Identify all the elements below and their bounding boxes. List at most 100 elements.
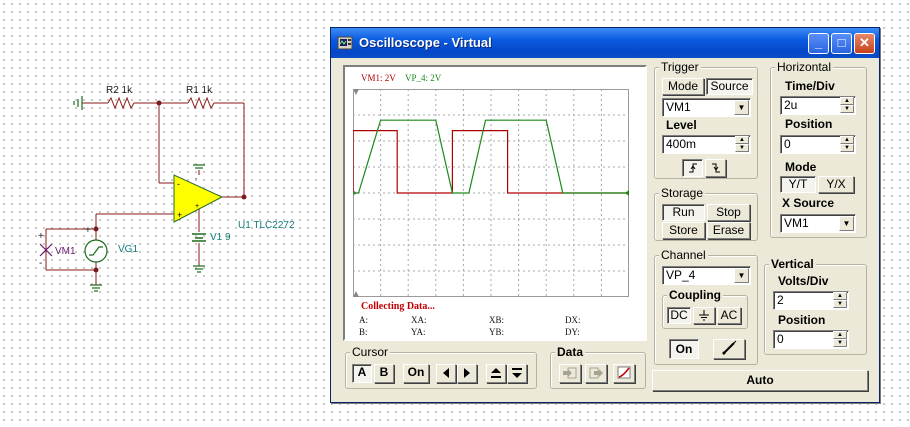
- time-div-spinner[interactable]: 2u ▲ ▼: [780, 96, 856, 115]
- trigger-group: Trigger Mode Source VM1 ▼ Level 400m ▲ ▼: [654, 60, 758, 179]
- oscilloscope-window[interactable]: Oscilloscope - Virtual _ □ ✕ VM1: 2V VP_…: [330, 27, 880, 403]
- cursor-b-button[interactable]: B: [374, 364, 394, 383]
- svg-text:+: +: [177, 210, 182, 220]
- horizontal-position-spinner[interactable]: 0 ▲ ▼: [780, 135, 856, 154]
- rising-edge-button[interactable]: [682, 159, 703, 177]
- spin-up-icon[interactable]: ▲: [833, 292, 847, 300]
- vertical-group: Vertical Volts/Div 2 ▲ ▼ Position 0 ▲ ▼: [764, 257, 867, 355]
- coupling-title: Coupling: [667, 288, 723, 302]
- cursor-on-button[interactable]: On: [403, 364, 429, 383]
- cursor-right-button[interactable]: [457, 364, 477, 383]
- volts-div-value: 2: [777, 293, 784, 307]
- falling-edge-icon: [711, 163, 720, 173]
- curve-icon: [617, 366, 631, 379]
- time-div-label: Time/Div: [785, 79, 835, 93]
- trigger-level-value: 400m: [666, 137, 697, 151]
- spin-down-icon[interactable]: ▼: [833, 300, 847, 308]
- svg-text:+: +: [195, 203, 199, 210]
- horizontal-position-value: 0: [784, 137, 791, 151]
- volts-div-spinner[interactable]: 2 ▲ ▼: [773, 291, 849, 310]
- scope-display[interactable]: VM1: 2V VP_4: 2V Collecting Data... A: X…: [343, 65, 647, 341]
- mode-label: Mode: [785, 160, 817, 174]
- vertical-position-label: Position: [778, 313, 826, 327]
- cursor-a-button[interactable]: A: [352, 364, 372, 383]
- cursor-left-button[interactable]: [436, 364, 456, 383]
- status-text: Collecting Data...: [361, 301, 435, 312]
- trigger-level-spinner[interactable]: 400m ▲ ▼: [662, 135, 751, 154]
- data-export-button[interactable]: [585, 364, 607, 383]
- data-group: Data: [550, 345, 646, 389]
- vertical-position-spinner[interactable]: 0 ▲ ▼: [773, 330, 849, 349]
- x-source-label: X Source: [782, 196, 835, 210]
- close-icon: ✕: [859, 35, 870, 50]
- chevron-down-icon[interactable]: ▼: [734, 100, 749, 115]
- stop-button[interactable]: Stop: [707, 204, 750, 221]
- ac-coupling-button[interactable]: AC: [717, 307, 741, 324]
- readout-dx: DX:: [565, 315, 581, 325]
- probe-button[interactable]: [713, 339, 745, 359]
- channel-select[interactable]: VP_4 ▼: [662, 266, 751, 285]
- cursor-up-button[interactable]: [486, 364, 506, 383]
- readout-a: A:: [359, 315, 368, 325]
- spin-down-icon[interactable]: ▼: [840, 105, 854, 113]
- title-bar[interactable]: Oscilloscope - Virtual _ □ ✕: [331, 28, 879, 58]
- auto-button[interactable]: Auto: [652, 370, 868, 391]
- trigger-mode-button[interactable]: Mode: [662, 78, 704, 95]
- cursor-title: Cursor: [350, 345, 391, 359]
- minimize-button[interactable]: _: [808, 33, 829, 54]
- cursor-down-button[interactable]: [507, 364, 527, 383]
- data-curve-button[interactable]: [613, 364, 635, 383]
- x-source-select[interactable]: VM1 ▼: [780, 214, 856, 233]
- yt-mode-button[interactable]: Y/T: [780, 176, 816, 193]
- arrow-down-icon: [512, 367, 522, 378]
- legend-ch1: VM1: 2V: [361, 73, 396, 83]
- vm1-label: VM1: [55, 246, 76, 257]
- dc-coupling-button[interactable]: DC: [667, 307, 691, 324]
- gnd-coupling-button[interactable]: [693, 307, 715, 324]
- horizontal-position-label: Position: [785, 117, 833, 131]
- vm1-minus-label: -: [39, 258, 43, 269]
- readout-yb: YB:: [489, 327, 505, 337]
- u1-label: U1 TLC2272: [238, 220, 295, 231]
- channel-on-button[interactable]: On: [669, 339, 699, 359]
- maximize-button[interactable]: □: [831, 33, 852, 54]
- spin-up-icon[interactable]: ▲: [840, 97, 854, 105]
- arrow-right-icon: [464, 367, 470, 378]
- data-title: Data: [555, 345, 586, 359]
- spin-up-icon[interactable]: ▲: [833, 331, 847, 339]
- close-button[interactable]: ✕: [854, 33, 875, 54]
- minimize-icon: _: [814, 35, 823, 50]
- spin-up-icon[interactable]: ▲: [735, 136, 749, 144]
- spin-up-icon[interactable]: ▲: [840, 136, 854, 144]
- svg-text:-: -: [195, 176, 198, 183]
- yx-mode-button[interactable]: Y/X: [818, 176, 854, 193]
- chevron-down-icon[interactable]: ▼: [734, 268, 749, 283]
- horizontal-group: Horizontal Time/Div 2u ▲ ▼ Position 0 ▲ …: [770, 60, 867, 238]
- store-button[interactable]: Store: [662, 222, 705, 239]
- erase-button[interactable]: Erase: [707, 222, 750, 239]
- storage-title: Storage: [659, 186, 706, 200]
- spin-down-icon[interactable]: ▼: [840, 144, 854, 152]
- scope-plot-area[interactable]: [352, 89, 635, 297]
- chevron-down-icon[interactable]: ▼: [839, 216, 854, 231]
- trigger-source-button[interactable]: Source: [706, 78, 753, 95]
- falling-edge-button[interactable]: [705, 159, 726, 177]
- readout-xb: XB:: [489, 315, 505, 325]
- run-button[interactable]: Run: [662, 204, 705, 221]
- data-import-button[interactable]: [559, 364, 581, 383]
- legend-ch2: VP_4: 2V: [405, 73, 442, 83]
- export-icon: [589, 367, 603, 379]
- trigger-title: Trigger: [659, 60, 701, 74]
- spin-down-icon[interactable]: ▼: [833, 339, 847, 347]
- readout-dy: DY:: [565, 327, 580, 337]
- horizontal-title: Horizontal: [775, 60, 834, 74]
- readout-xa: XA:: [411, 315, 427, 325]
- storage-group: Storage Run Stop Store Erase: [654, 186, 758, 241]
- time-div-value: 2u: [784, 98, 798, 112]
- import-icon: [563, 367, 577, 379]
- spin-down-icon[interactable]: ▼: [735, 144, 749, 152]
- trigger-source-select[interactable]: VM1 ▼: [662, 98, 751, 117]
- trigger-source-value: VM1: [666, 100, 691, 114]
- schematic-canvas[interactable]: - + - + R2 1k R1 1k U1 TLC2272 V1 9 VM1 …: [0, 0, 330, 427]
- window-title: Oscilloscope - Virtual: [359, 35, 492, 50]
